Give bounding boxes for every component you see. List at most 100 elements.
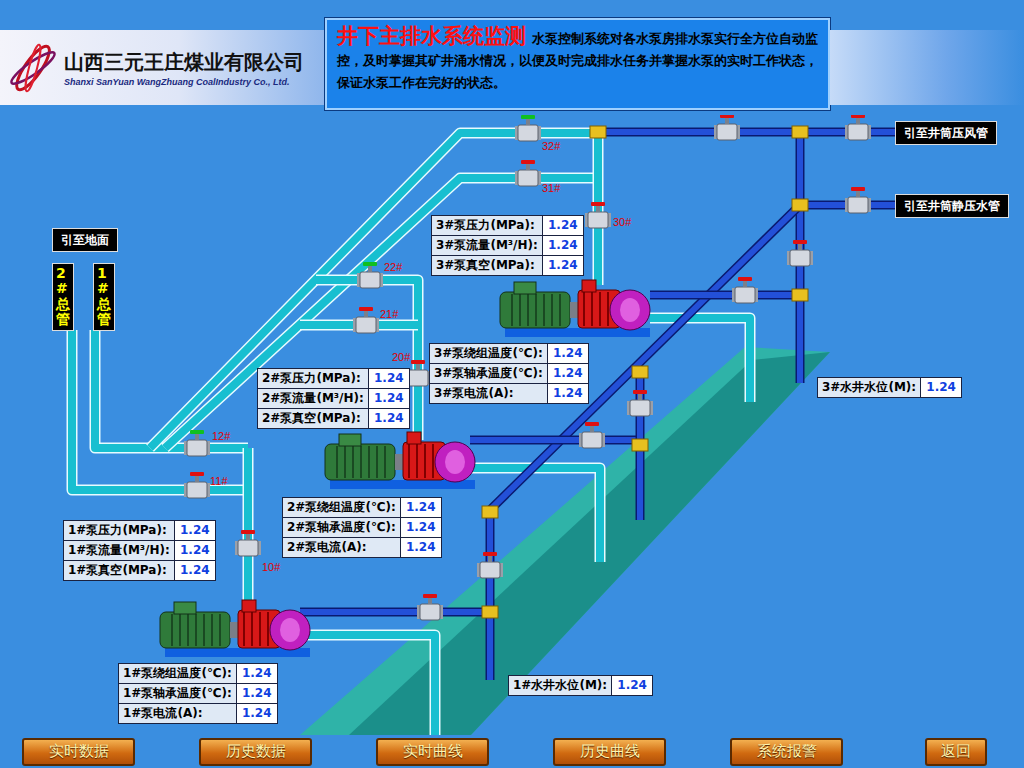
company-name-en: Shanxi SanYuan WangZhuang CoalIndustry C… xyxy=(64,77,304,87)
pipe-joint xyxy=(482,506,498,518)
pipe-destination-label: 引至井筒压风管 xyxy=(895,121,997,145)
reading-label: 2#泵流量(M³/H): xyxy=(258,389,368,408)
reading-label: 1#泵流量(M³/H): xyxy=(64,541,174,560)
reading-value: 1.24 xyxy=(401,498,441,517)
nav-button[interactable]: 历史曲线 xyxy=(553,738,666,766)
title-box: 井下主排水系统监测水泵控制系统对各水泵房排水泵实行全方位自动监控，及时掌握其矿井… xyxy=(325,18,830,110)
reading-label: 1#水井水位(M): xyxy=(509,676,611,695)
app: 山西三元王庄煤业有限公司Shanxi SanYuan WangZhuang Co… xyxy=(0,0,1024,768)
pipe-destination-label: 引至井筒静压水管 xyxy=(895,194,1009,218)
company-name: 山西三元王庄煤业有限公司 xyxy=(64,49,304,76)
pipe xyxy=(165,178,598,448)
reading-value: 1.24 xyxy=(175,541,215,560)
pump-hydraulics-table: 1#泵压力(MPa):1.241#泵流量(M³/H):1.241#泵真空(MPa… xyxy=(63,520,216,581)
reading-label: 1#泵压力(MPa): xyxy=(64,521,174,540)
reading-value: 1.24 xyxy=(175,521,215,540)
pipe-joint xyxy=(482,606,498,618)
valve-icon xyxy=(184,430,210,456)
pipe xyxy=(248,448,249,605)
pipe xyxy=(650,295,800,296)
valve-label: 22# xyxy=(384,261,402,273)
valve-icon xyxy=(579,422,605,448)
well-level-table: 3#水井水位(M):1.24 xyxy=(817,377,962,398)
manifold-label: 2#总管 xyxy=(52,263,74,331)
header-band xyxy=(830,30,1024,105)
reading-label: 1#泵绕组温度(℃): xyxy=(119,664,236,683)
reading-label: 2#泵压力(MPa): xyxy=(258,369,368,388)
pump-icon xyxy=(160,600,310,657)
valve-icon xyxy=(235,530,261,556)
valve-icon xyxy=(515,115,541,141)
reading-label: 2#泵电流(A): xyxy=(283,538,400,557)
valve-icon xyxy=(357,262,383,288)
valve-icon xyxy=(845,187,871,213)
reading-value: 1.24 xyxy=(548,364,588,383)
pump-icon xyxy=(500,280,650,337)
valve-label: 20# xyxy=(392,351,410,363)
reading-value: 1.24 xyxy=(237,664,277,683)
valve-icon xyxy=(845,115,871,140)
reading-value: 1.24 xyxy=(612,676,652,695)
nav-button[interactable]: 系统报警 xyxy=(730,738,843,766)
reading-value: 1.24 xyxy=(548,344,588,363)
reading-value: 1.24 xyxy=(237,704,277,723)
valve-icon xyxy=(714,115,740,140)
reading-label: 1#泵轴承温度(℃): xyxy=(119,684,236,703)
pipe-network xyxy=(0,115,1024,735)
pipe xyxy=(470,440,640,441)
reading-label: 3#水井水位(M): xyxy=(818,378,920,397)
reading-label: 3#泵绕组温度(℃): xyxy=(430,344,547,363)
pipe xyxy=(72,330,248,490)
valve-label: 32# xyxy=(542,140,560,152)
nav-button[interactable]: 历史数据 xyxy=(199,738,312,766)
nav-bar: 实时数据 历史数据 实时曲线 历史曲线 系统报警 返回 xyxy=(0,735,1024,768)
pipe-joint xyxy=(590,126,606,138)
reading-label: 3#泵真空(MPa): xyxy=(432,256,542,275)
valve-icon xyxy=(184,472,210,498)
valve-icon xyxy=(515,160,541,186)
reading-value: 1.24 xyxy=(543,216,583,235)
valve-label: 10# xyxy=(262,561,280,573)
valve-icon xyxy=(417,594,443,620)
header: 山西三元王庄煤业有限公司Shanxi SanYuan WangZhuang Co… xyxy=(0,0,1024,115)
nav-button[interactable]: 实时曲线 xyxy=(376,738,489,766)
pipe-joint xyxy=(792,289,808,301)
reading-value: 1.24 xyxy=(401,518,441,537)
nav-button[interactable]: 返回 xyxy=(925,738,987,766)
pump-icon xyxy=(325,432,475,489)
pipe-destination-label: 引至地面 xyxy=(52,228,118,252)
reading-value: 1.24 xyxy=(921,378,961,397)
pump-electrics-table: 1#泵绕组温度(℃):1.241#泵轴承温度(℃):1.241#泵电流(A):1… xyxy=(118,663,278,724)
pipe xyxy=(300,635,435,735)
pump-hydraulics-table: 3#泵压力(MPa):1.243#泵流量(M³/H):1.243#泵真空(MPa… xyxy=(431,215,584,276)
manifold-label: 1#总管 xyxy=(93,263,115,331)
pipe-joint xyxy=(632,366,648,378)
valve-label: 11# xyxy=(210,475,228,487)
reading-label: 2#泵轴承温度(℃): xyxy=(283,518,400,537)
valve-label: 30# xyxy=(613,216,631,228)
reading-value: 1.24 xyxy=(175,561,215,580)
reading-label: 2#泵绕组温度(℃): xyxy=(283,498,400,517)
well-level-table: 1#水井水位(M):1.24 xyxy=(508,675,653,696)
reading-value: 1.24 xyxy=(543,236,583,255)
pipe-joint xyxy=(632,439,648,451)
reading-value: 1.24 xyxy=(401,538,441,557)
reading-label: 3#泵压力(MPa): xyxy=(432,216,542,235)
nav-button[interactable]: 实时数据 xyxy=(22,738,135,766)
pump-electrics-table: 3#泵绕组温度(℃):1.243#泵轴承温度(℃):1.243#泵电流(A):1… xyxy=(429,343,589,404)
pipe xyxy=(150,133,598,448)
valve-label: 31# xyxy=(542,182,560,194)
reading-value: 1.24 xyxy=(237,684,277,703)
valve-icon xyxy=(732,277,758,303)
pump-hydraulics-table: 2#泵压力(MPa):1.242#泵流量(M³/H):1.242#泵真空(MPa… xyxy=(257,368,410,429)
company-banner: 山西三元王庄煤业有限公司Shanxi SanYuan WangZhuang Co… xyxy=(0,30,325,105)
reading-value: 1.24 xyxy=(369,369,409,388)
reading-label: 1#泵电流(A): xyxy=(119,704,236,723)
valve-icon xyxy=(477,552,503,578)
valve-label: 12# xyxy=(212,430,230,442)
valve-label: 21# xyxy=(380,308,398,320)
page-title: 井下主排水系统监测 xyxy=(337,24,526,48)
reading-label: 3#泵轴承温度(℃): xyxy=(430,364,547,383)
pipe xyxy=(300,612,490,613)
reading-value: 1.24 xyxy=(369,389,409,408)
